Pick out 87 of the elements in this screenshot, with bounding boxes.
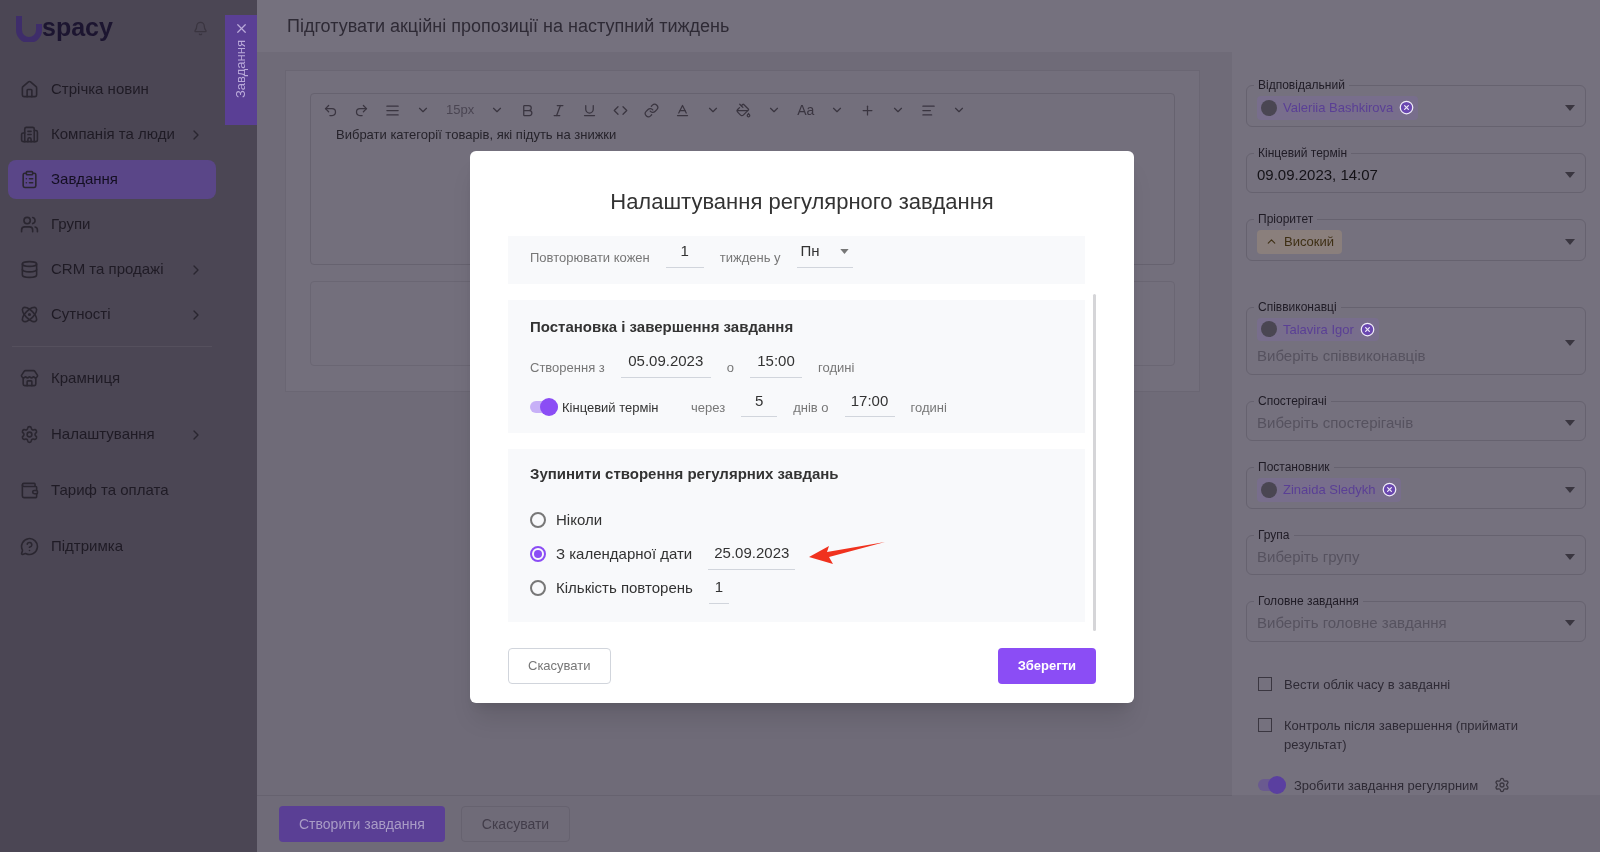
option-value-field[interactable]: 25.09.2023	[708, 542, 796, 570]
toolbar-icon[interactable]	[675, 102, 691, 118]
toolbar-icon[interactable]	[354, 102, 369, 118]
create-label: Створення з	[530, 359, 605, 377]
avatar	[1261, 481, 1277, 498]
nav-label: Завдання	[51, 169, 119, 190]
side-tab[interactable]: Завдання	[225, 15, 257, 125]
checkbox[interactable]	[1258, 717, 1272, 732]
date-field[interactable]: 05.09.2023	[620, 350, 711, 378]
field-label: Головне завдання	[1254, 593, 1363, 609]
days-at-label: днів о	[793, 398, 829, 417]
field-value: 09.09.2023, 14:07	[1257, 164, 1379, 185]
nav-icon	[20, 215, 39, 234]
description-text: Вибрати категорії товарів, які підуть на знижки	[335, 126, 618, 144]
remove-icon[interactable]	[1381, 482, 1397, 498]
field-label: Пріоритет	[1254, 211, 1318, 227]
nav-icon	[20, 425, 39, 444]
days-field[interactable]: 5	[741, 389, 778, 417]
radio-label: Ніколи	[556, 510, 603, 530]
nav-icon	[20, 125, 39, 144]
day-select[interactable]: Пн	[796, 240, 853, 268]
avatar	[1261, 99, 1277, 116]
checkbox-label: Вести облік часу в завданні	[1284, 675, 1451, 694]
section-title: Зупинити створення регулярних завдань	[530, 464, 840, 484]
dropdown-caret-icon	[839, 248, 849, 254]
toolbar-icon[interactable]	[582, 102, 598, 118]
create-task-button[interactable]: Створити завдання	[279, 806, 445, 842]
logo-icon	[16, 14, 44, 42]
radio-label: З календарної дати	[556, 544, 693, 564]
nav-icon	[20, 305, 39, 324]
deadline-label: Кінцевий термін	[562, 398, 659, 417]
toolbar-icon[interactable]	[736, 102, 752, 118]
option-value-field[interactable]: 1	[708, 576, 730, 604]
dropdown-caret-icon	[1565, 553, 1575, 560]
dropdown-caret-icon	[1565, 486, 1575, 493]
toolbar-icon[interactable]	[385, 102, 400, 118]
toggle-label: Зробити завдання регулярним	[1294, 776, 1479, 795]
unit-label: тиждень у	[719, 249, 781, 267]
time-field[interactable]: 15:00	[750, 350, 802, 378]
remove-icon[interactable]	[1399, 100, 1415, 116]
field-label: Кінцевий термін	[1254, 144, 1352, 161]
field-label: Відповідальний	[1254, 77, 1349, 93]
dropdown-caret-icon	[1565, 171, 1575, 178]
hours-label: годині	[818, 359, 855, 377]
nav-icon	[20, 537, 39, 556]
dropdown-caret-icon	[1565, 339, 1575, 346]
time-field[interactable]: 17:00	[844, 389, 895, 417]
side-tab-label: Завдання	[232, 40, 250, 99]
radio-label: Кількість повторень	[556, 578, 693, 598]
nav-icon	[20, 260, 39, 279]
avatar	[1261, 321, 1277, 338]
radio-button[interactable]	[530, 512, 546, 529]
text-case-select[interactable]: Aa	[797, 99, 815, 121]
modal-title: Налаштування регулярного завдання	[609, 188, 995, 216]
toolbar-icon[interactable]	[860, 102, 876, 118]
sidebar-item[interactable]: Завдання	[8, 160, 216, 199]
radio-button[interactable]	[530, 580, 546, 597]
dropdown-caret-icon	[1565, 104, 1575, 111]
cancel-button[interactable]: Скасувати	[508, 648, 611, 684]
priority-text: Високий	[1284, 233, 1335, 251]
toolbar-icon[interactable]	[921, 102, 937, 118]
repeat-label: Повторювати кожен	[530, 249, 650, 267]
remove-icon[interactable]	[1359, 321, 1375, 337]
hours-label: годині	[910, 398, 947, 417]
nav-icon	[20, 80, 39, 99]
checkbox-label: Контроль після завершення (приймати результат)	[1284, 716, 1520, 754]
dropdown-caret-icon	[1565, 238, 1575, 245]
task-title: Підготувати акційні пропозиції на наступний тиждень	[287, 14, 730, 38]
scrollbar[interactable]	[1093, 294, 1096, 631]
section-title: Постановка і завершення завдання	[530, 316, 795, 337]
save-button[interactable]: Зберегти	[997, 648, 1096, 684]
repeat-count-field[interactable]: 1	[665, 240, 704, 268]
dropdown-caret-icon	[1565, 620, 1575, 627]
after-label: через	[691, 398, 726, 417]
settings-icon[interactable]	[1494, 777, 1511, 794]
nav-icon	[20, 170, 39, 189]
dropdown-caret-icon	[1565, 419, 1575, 426]
nav-icon	[20, 369, 39, 388]
toggle-switch[interactable]	[530, 401, 558, 414]
checkbox[interactable]	[1258, 676, 1272, 691]
toggle-switch[interactable]	[1258, 779, 1286, 792]
toolbar-icon[interactable]	[644, 102, 660, 118]
radio-button[interactable]	[530, 546, 546, 563]
at-label: о	[726, 359, 734, 377]
toolbar-icon[interactable]	[323, 102, 338, 118]
toolbar-icon[interactable]	[551, 102, 567, 118]
nav-icon	[20, 481, 39, 500]
